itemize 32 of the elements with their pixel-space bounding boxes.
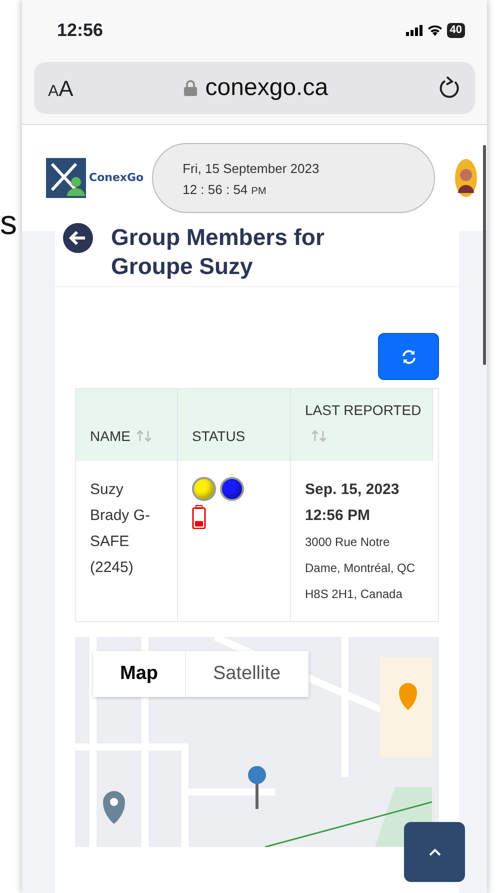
avatar-icon[interactable] <box>455 159 477 197</box>
battery-icon <box>192 505 206 529</box>
logo-icon <box>46 158 86 198</box>
wifi-icon <box>426 24 443 36</box>
refresh-icon <box>400 348 416 364</box>
time-text: 12 : 56 : 54 <box>182 182 248 197</box>
sortable-column-header[interactable]: LAST REPORTED <box>291 389 433 461</box>
url-text[interactable]: conexgo.ca <box>205 70 328 106</box>
battery-indicator: 40 <box>446 22 465 38</box>
text-size-button[interactable]: AA <box>48 72 74 104</box>
refresh-button[interactable] <box>378 333 439 380</box>
reload-icon[interactable] <box>439 76 461 100</box>
date-text: Fri, 15 September 2023 <box>182 160 320 178</box>
reported-time: Sep. 15, 2023 12:56 PM <box>305 480 400 526</box>
map-type-tab[interactable]: Map <box>93 651 186 697</box>
slide-text-fragment: s <box>0 204 17 242</box>
sort-arrows-icon <box>311 430 327 442</box>
sort-arrows-icon <box>136 430 152 442</box>
caret-up-icon <box>428 848 440 856</box>
address-text: 3000 Rue Notre Dame, Montréal, QC H8S 2H1, Canada <box>305 534 416 603</box>
map-view[interactable]: Map Satellite <box>75 637 439 847</box>
member-name-cell: Suzy Brady G-SAFE (2245) <box>76 461 178 621</box>
logo-text: ConexGo <box>89 170 144 186</box>
lock-icon <box>184 80 198 96</box>
am-pm-text: PM <box>251 186 266 197</box>
clock-time: 12:56 <box>57 18 104 42</box>
sortable-column-header[interactable]: NAME <box>76 389 178 461</box>
scroll-to-top-button[interactable] <box>404 822 465 882</box>
map-type-tab[interactable]: Satellite <box>186 651 309 697</box>
column-header: STATUS <box>178 389 291 461</box>
page-title: Group Members for Groupe Suzy <box>111 223 326 281</box>
signal-icon <box>406 24 423 36</box>
